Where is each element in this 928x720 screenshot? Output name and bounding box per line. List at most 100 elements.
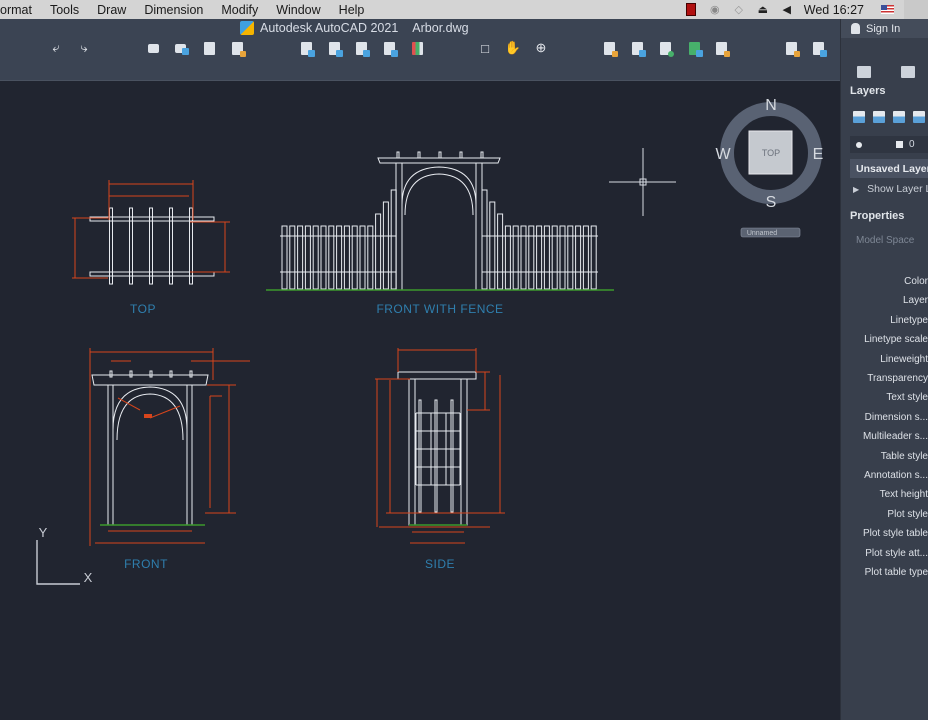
sign-in-button[interactable]: Sign In <box>841 19 928 38</box>
fence-picket <box>543 225 550 290</box>
property-text-style[interactable]: Text style <box>886 392 928 403</box>
volume-icon[interactable]: ◀ <box>780 3 794 17</box>
menu-format[interactable]: ormat <box>0 3 41 17</box>
property-table-style[interactable]: Table style <box>881 451 928 462</box>
side-lattice-vertical <box>418 399 422 513</box>
property-text-height[interactable]: Text height <box>880 489 928 500</box>
show-layer-list-toggle[interactable]: ▶ Show Layer List <box>853 183 928 195</box>
fence-picket <box>375 213 382 290</box>
fence-picket <box>497 213 504 290</box>
fence-picket <box>312 225 319 290</box>
plot-icon[interactable] <box>145 40 161 56</box>
wifi-icon[interactable]: ◇ <box>732 3 746 17</box>
drawing-svg[interactable]: TOP FRONT WITH FENCE FRONT SIDE Y X TOP … <box>0 82 840 720</box>
property-plot-style-att[interactable]: Plot style att... <box>865 548 928 559</box>
layer-on-icon[interactable] <box>856 141 862 148</box>
plot-preview-icon[interactable] <box>229 40 246 57</box>
flag-us-icon[interactable] <box>880 3 894 17</box>
menu-draw[interactable]: Draw <box>88 3 135 17</box>
viewcube-west[interactable]: W <box>715 146 731 163</box>
fence-arbor-rafter-end <box>459 151 463 159</box>
batch-plot-icon[interactable] <box>172 40 189 56</box>
menu-window[interactable]: Window <box>267 3 329 17</box>
property-multileader-s[interactable]: Multileader s... <box>863 431 928 442</box>
front-rafter-end <box>109 370 113 378</box>
front-leader <box>149 405 181 419</box>
menu-bar: ormat Tools Draw Dimension Modify Window… <box>0 0 928 19</box>
block-editor-icon[interactable] <box>353 40 370 57</box>
undo-icon[interactable]: ⤶ <box>48 40 64 56</box>
menu-tools[interactable]: Tools <box>41 3 88 17</box>
menu-modify[interactable]: Modify <box>212 3 267 17</box>
orbit-icon[interactable]: ⊕ <box>533 40 549 56</box>
front-rafter-end <box>149 370 153 378</box>
property-linetype[interactable]: Linetype <box>890 315 928 326</box>
layer-state-dropdown[interactable]: Unsaved Layer State <box>850 159 928 178</box>
design-center-icon[interactable] <box>381 40 398 57</box>
fence-picket <box>297 225 304 290</box>
tool-palettes-icon[interactable] <box>409 40 425 56</box>
property-annotation-s[interactable]: Annotation s... <box>864 470 928 481</box>
layer-delete-icon[interactable] <box>873 111 885 123</box>
property-plot-table-type[interactable]: Plot table type <box>865 567 928 578</box>
viewcube-east[interactable]: E <box>813 146 824 163</box>
current-layer-dropdown[interactable]: 0 <box>850 136 928 153</box>
fence-picket <box>551 225 558 290</box>
property-layer[interactable]: Layer <box>903 295 928 306</box>
fence-picket <box>582 225 589 290</box>
current-layer-name: 0 <box>909 139 915 150</box>
lock-icon[interactable] <box>713 40 730 57</box>
open-sheet-set-icon[interactable] <box>298 40 315 57</box>
fence-picket <box>351 225 358 290</box>
zoom-window-icon[interactable]: □ <box>477 40 493 56</box>
settings-icon[interactable] <box>783 40 800 57</box>
fence-picket <box>536 225 543 290</box>
property-plot-style-table[interactable]: Plot style table <box>863 528 928 539</box>
redo-icon[interactable]: ⤷ <box>76 40 92 56</box>
front-rafter-end <box>129 370 133 378</box>
camera-icon[interactable]: ◉ <box>708 3 722 17</box>
layer-color-icon[interactable] <box>896 141 903 148</box>
publish-icon[interactable] <box>201 40 217 56</box>
fence-picket <box>336 225 343 290</box>
layer-current-icon[interactable] <box>893 111 905 123</box>
xref-icon[interactable] <box>657 40 674 57</box>
fence-picket <box>489 201 496 290</box>
ucs-menu-label: Unnamed <box>747 230 777 237</box>
property-color[interactable]: Color <box>904 276 928 287</box>
layer-properties-icon[interactable] <box>326 40 343 57</box>
viewcube-north[interactable]: N <box>765 97 777 114</box>
fence-picket <box>559 225 566 290</box>
new-layer-icon[interactable] <box>853 111 865 123</box>
fence-picket <box>281 225 288 290</box>
viewcube-south[interactable]: S <box>766 194 777 211</box>
property-plot-style[interactable]: Plot style <box>887 509 928 520</box>
eject-icon[interactable]: ⏏ <box>756 3 770 17</box>
viewcube[interactable]: TOP N S E W Unnamed <box>715 97 824 238</box>
menubar-extra <box>904 0 928 19</box>
layers-title: Layers <box>850 85 886 97</box>
insert-block-icon[interactable] <box>629 40 646 57</box>
properties-tab-icon[interactable] <box>901 66 915 78</box>
menu-dimension[interactable]: Dimension <box>135 3 212 17</box>
status-tray: ◉ ◇ ⏏ ◀ Wed 16:27 <box>684 0 928 19</box>
drawing-canvas[interactable]: TOP FRONT WITH FENCE FRONT SIDE Y X TOP … <box>0 82 840 720</box>
layers-tab-icon[interactable] <box>857 66 871 78</box>
workspace-icon[interactable] <box>810 40 827 57</box>
layer-states-icon[interactable] <box>913 111 925 123</box>
match-properties-icon[interactable] <box>601 40 618 57</box>
palette-panel: Sign In Layers 0 Unsaved Layer State ▶ Sh… <box>840 19 928 720</box>
clock[interactable]: Wed 16:27 <box>804 3 864 17</box>
property-dimension-s[interactable]: Dimension s... <box>865 412 928 423</box>
group-icon[interactable] <box>686 40 703 57</box>
property-lineweight[interactable]: Lineweight <box>880 354 928 365</box>
property-transparency[interactable]: Transparency <box>867 373 928 384</box>
file-name: Arbor.dwg <box>412 21 469 35</box>
top-rafter <box>189 207 193 285</box>
property-linetype-scale[interactable]: Linetype scale <box>864 334 928 345</box>
menu-help[interactable]: Help <box>330 3 374 17</box>
pan-icon[interactable]: ✋ <box>505 40 521 56</box>
fence-arbor-rafter-end <box>480 151 484 159</box>
crosshair-cursor <box>609 148 676 216</box>
record-icon[interactable] <box>684 3 698 17</box>
